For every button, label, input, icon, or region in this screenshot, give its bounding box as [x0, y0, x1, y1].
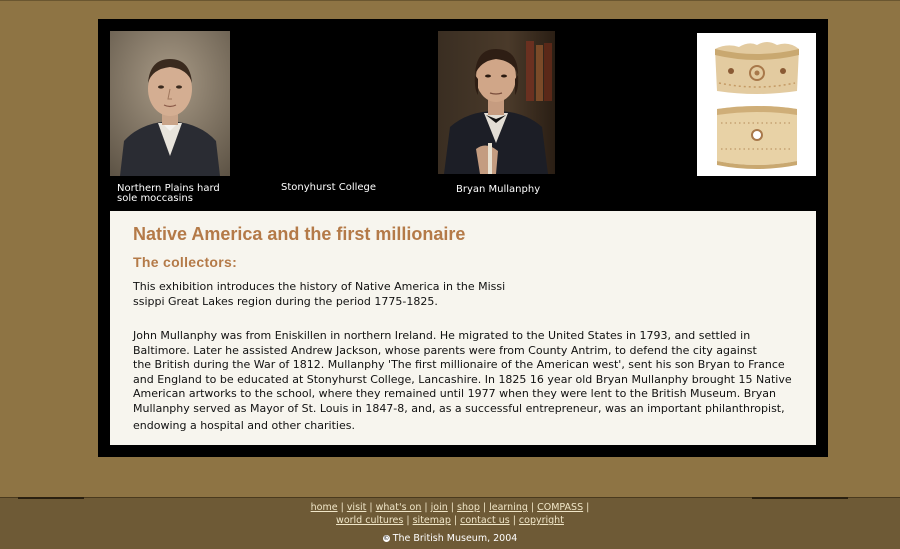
separator: |	[447, 502, 458, 513]
footer-link-visit[interactable]: visit	[347, 502, 367, 513]
portrait-painting-1	[110, 31, 230, 176]
footer-link-contact-us[interactable]: contact us	[460, 515, 510, 526]
top-border	[0, 0, 900, 1]
footer-link-compass[interactable]: COMPASS	[537, 502, 583, 513]
article-content: Native America and the first millionaire…	[110, 211, 816, 445]
portrait-john-mullanphy[interactable]	[110, 31, 230, 176]
footer-link-copyright[interactable]: copyright	[519, 515, 564, 526]
history-paragraph-end: endowing a hospital and other charities.	[133, 419, 355, 432]
footer-divider	[0, 497, 900, 499]
page-title: Native America and the first millionaire	[133, 224, 466, 244]
caption-moccasins: Northern Plains hard sole moccasins	[117, 183, 220, 204]
caption-stonyhurst: Stonyhurst College	[281, 182, 377, 193]
footer-link-learning[interactable]: learning	[489, 502, 528, 513]
carved-bands-artifact	[697, 33, 816, 176]
footer-link-home[interactable]: home	[311, 502, 338, 513]
copyright-notice: © The British Museum, 2004	[0, 533, 900, 544]
copyright-icon: ©	[382, 535, 390, 542]
section-subtitle: The collectors:	[133, 254, 238, 270]
separator: |	[337, 502, 347, 513]
artifact-bands-image[interactable]	[697, 33, 816, 176]
footer-link-whats-on[interactable]: what's on	[376, 502, 422, 513]
site-footer: home | visit | what's on | join | shop |…	[0, 497, 900, 549]
footer-link-sitemap[interactable]: sitemap	[413, 515, 451, 526]
separator: |	[527, 502, 538, 513]
separator: |	[366, 502, 376, 513]
footer-link-join[interactable]: join	[431, 502, 448, 513]
separator: |	[583, 502, 590, 513]
separator: |	[450, 515, 461, 526]
footer-link-world-cultures[interactable]: world cultures	[336, 515, 403, 526]
separator: |	[509, 515, 519, 526]
portrait-painting-2	[438, 31, 555, 174]
footer-link-shop[interactable]: shop	[457, 502, 480, 513]
separator: |	[421, 502, 431, 513]
caption-bryan-mullanphy: Bryan Mullanphy	[456, 184, 541, 195]
exhibition-panel: Northern Plains hard sole moccasins Ston…	[98, 19, 828, 457]
intro-paragraph: This exhibition introduces the history o…	[133, 280, 506, 308]
separator: |	[479, 502, 490, 513]
history-paragraph: John Mullanphy was from Eniskillen in no…	[133, 329, 792, 415]
footer-links-row-1: home | visit | what's on | join | shop |…	[0, 502, 900, 513]
separator: |	[403, 515, 413, 526]
footer-links-row-2: world cultures | sitemap | contact us | …	[0, 515, 900, 526]
copyright-text: The British Museum, 2004	[392, 533, 518, 544]
portrait-bryan-mullanphy[interactable]	[438, 31, 555, 174]
